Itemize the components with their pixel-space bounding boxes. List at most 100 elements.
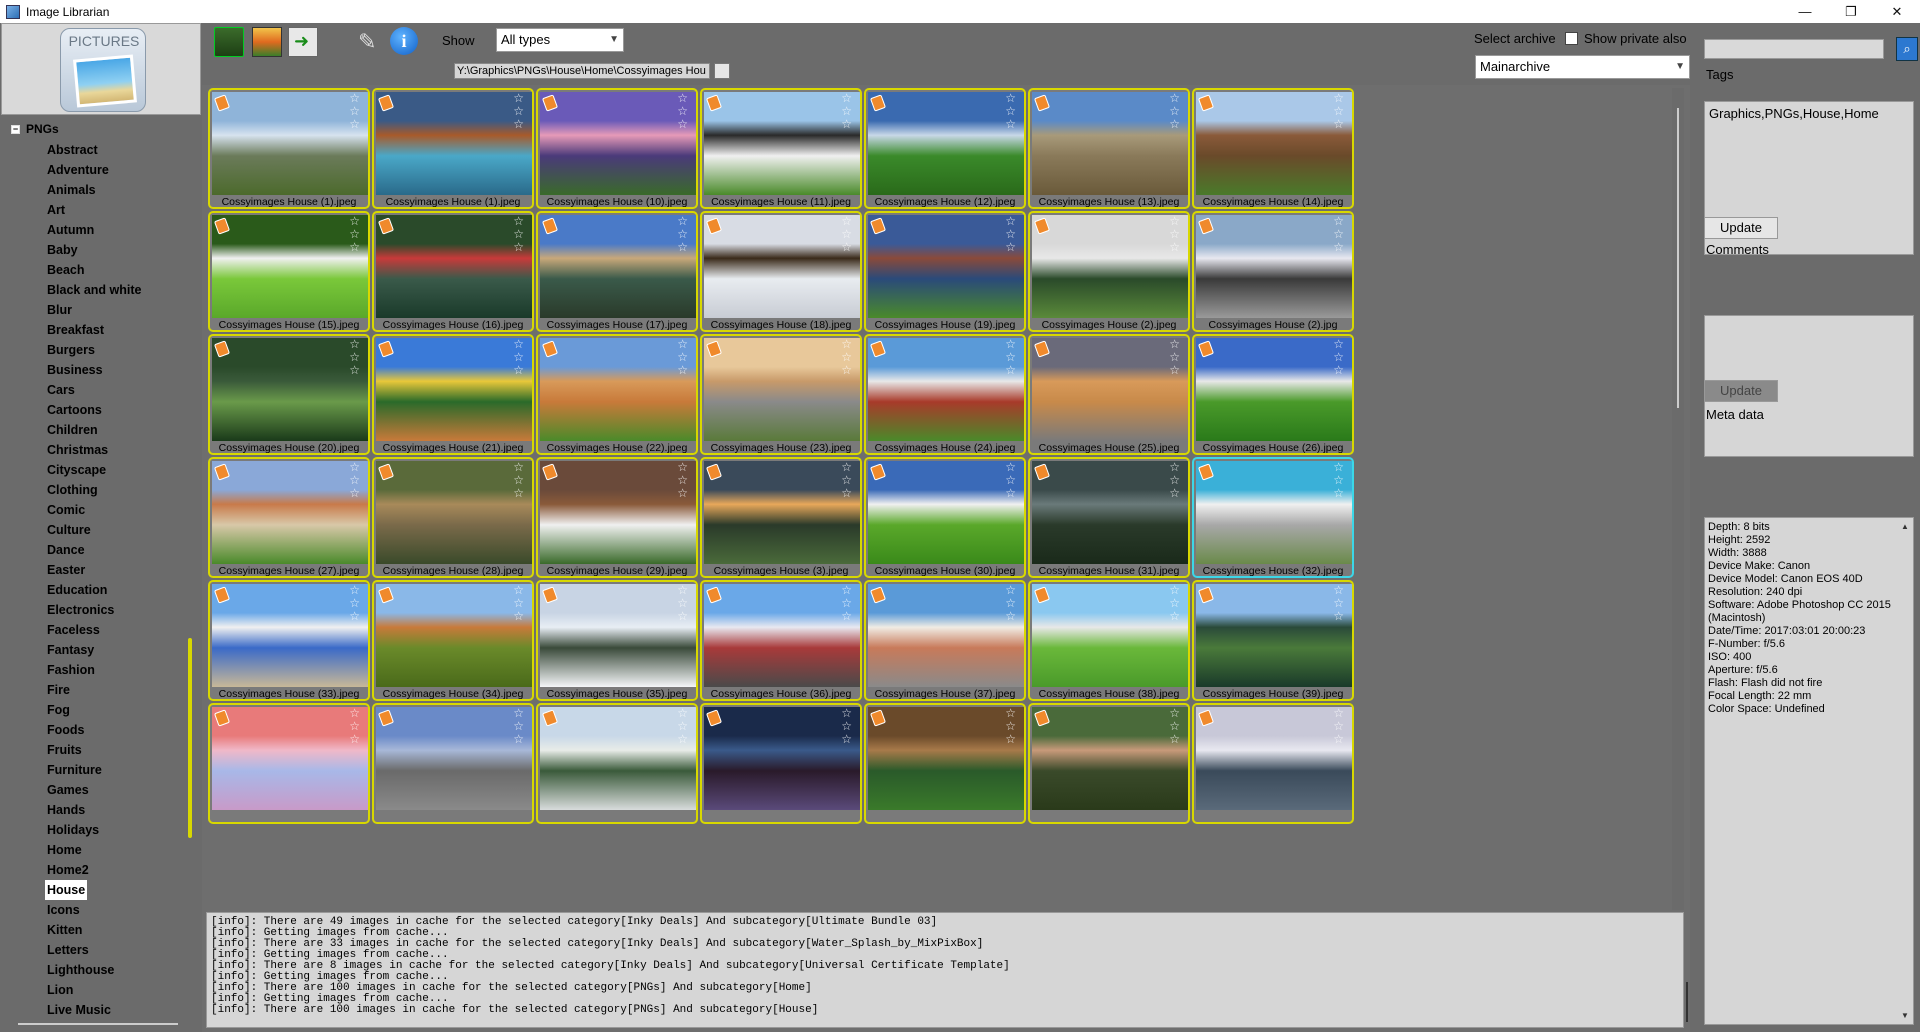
rating-star-icon[interactable]: ☆ ☆ ☆ — [1005, 92, 1016, 131]
image-thumbnail[interactable]: ☆ ☆ ☆ Cossyimages House (13).jpeg — [1028, 88, 1190, 209]
archive-select[interactable]: Mainarchive ▼ — [1475, 55, 1690, 79]
image-thumbnail[interactable]: ☆ ☆ ☆ Cossyimages House (34).jpeg — [372, 580, 534, 701]
rating-star-icon[interactable]: ☆ ☆ ☆ — [1005, 707, 1016, 746]
tree-item-home[interactable]: Home — [45, 840, 143, 860]
tree-scrollbar[interactable] — [185, 118, 193, 1032]
edit-tool-icon[interactable] — [352, 27, 382, 57]
scroll-up-icon[interactable]: ▲ — [1901, 520, 1909, 533]
image-thumbnail[interactable]: ☆ ☆ ☆ Cossyimages House (1).jpeg — [372, 88, 534, 209]
image-thumbnail[interactable]: ☆ ☆ ☆ Cossyimages House (20).jpeg — [208, 334, 370, 455]
rating-star-icon[interactable]: ☆ ☆ ☆ — [349, 92, 360, 131]
tree-item-black-and-white[interactable]: Black and white — [45, 280, 143, 300]
image-thumbnail[interactable]: ☆ ☆ ☆ Cossyimages House (25).jpeg — [1028, 334, 1190, 455]
tree-item-easter[interactable]: Easter — [45, 560, 143, 580]
image-thumbnail[interactable]: ☆ ☆ ☆ Cossyimages House (32).jpeg — [1192, 457, 1354, 578]
rating-star-icon[interactable]: ☆ ☆ ☆ — [677, 707, 688, 746]
image-thumbnail[interactable]: ☆ ☆ ☆ — [208, 703, 370, 824]
image-thumbnail[interactable]: ☆ ☆ ☆ Cossyimages House (10).jpeg — [536, 88, 698, 209]
tree-item-fruits[interactable]: Fruits — [45, 740, 143, 760]
export-icon[interactable] — [288, 27, 318, 57]
search-button[interactable]: ⌕ — [1896, 37, 1918, 61]
open-archive-icon[interactable] — [214, 27, 244, 57]
tree-item-lighthouse[interactable]: Lighthouse — [45, 960, 143, 980]
rating-star-icon[interactable]: ☆ ☆ ☆ — [1005, 461, 1016, 500]
tree-item-animals[interactable]: Animals — [45, 180, 143, 200]
rating-star-icon[interactable]: ☆ ☆ ☆ — [841, 584, 852, 623]
image-thumbnail[interactable]: ☆ ☆ ☆ Cossyimages House (21).jpeg — [372, 334, 534, 455]
image-thumbnail[interactable]: ☆ ☆ ☆ Cossyimages House (35).jpeg — [536, 580, 698, 701]
rating-star-icon[interactable]: ☆ ☆ ☆ — [1333, 707, 1344, 746]
rating-star-icon[interactable]: ☆ ☆ ☆ — [349, 461, 360, 500]
image-thumbnail[interactable]: ☆ ☆ ☆ Cossyimages House (31).jpeg — [1028, 457, 1190, 578]
tree-item-burgers[interactable]: Burgers — [45, 340, 143, 360]
tree-item-live-music[interactable]: Live Music — [45, 1000, 143, 1020]
image-thumbnail[interactable]: ☆ ☆ ☆ — [700, 703, 862, 824]
collapse-icon[interactable]: − — [11, 124, 20, 134]
rating-star-icon[interactable]: ☆ ☆ ☆ — [677, 584, 688, 623]
tree-item-breakfast[interactable]: Breakfast — [45, 320, 143, 340]
image-thumbnail[interactable]: ☆ ☆ ☆ Cossyimages House (37).jpeg — [864, 580, 1026, 701]
rating-star-icon[interactable]: ☆ ☆ ☆ — [677, 215, 688, 254]
tree-item-fashion[interactable]: Fashion — [45, 660, 143, 680]
image-thumbnail[interactable]: ☆ ☆ ☆ Cossyimages House (30).jpeg — [864, 457, 1026, 578]
tree-item-kitten[interactable]: Kitten — [45, 920, 143, 940]
rating-star-icon[interactable]: ☆ ☆ ☆ — [513, 461, 524, 500]
rating-star-icon[interactable]: ☆ ☆ ☆ — [349, 707, 360, 746]
path-field[interactable]: Y:\Graphics\PNGs\House\Home\Cossyimages … — [454, 63, 710, 79]
grid-scrollbar[interactable] — [1672, 88, 1684, 910]
rating-star-icon[interactable]: ☆ ☆ ☆ — [677, 92, 688, 131]
rating-star-icon[interactable]: ☆ ☆ ☆ — [1169, 92, 1180, 131]
tree-root-pngs[interactable]: − PNGs — [11, 122, 59, 136]
rating-star-icon[interactable]: ☆ ☆ ☆ — [513, 338, 524, 377]
rating-star-icon[interactable]: ☆ ☆ ☆ — [677, 338, 688, 377]
image-thumbnail[interactable]: ☆ ☆ ☆ Cossyimages House (29).jpeg — [536, 457, 698, 578]
tree-scroll-thumb[interactable] — [188, 638, 192, 838]
image-thumbnail[interactable]: ☆ ☆ ☆ Cossyimages House (38).jpeg — [1028, 580, 1190, 701]
tree-item-adventure[interactable]: Adventure — [45, 160, 143, 180]
rating-star-icon[interactable]: ☆ ☆ ☆ — [1169, 461, 1180, 500]
image-thumbnail[interactable]: ☆ ☆ ☆ Cossyimages House (28).jpeg — [372, 457, 534, 578]
log-scroll-thumb[interactable] — [1686, 982, 1688, 1022]
scroll-down-icon[interactable]: ▼ — [1901, 1009, 1909, 1022]
rating-star-icon[interactable]: ☆ ☆ ☆ — [1005, 338, 1016, 377]
image-thumbnail[interactable]: ☆ ☆ ☆ Cossyimages House (16).jpeg — [372, 211, 534, 332]
rating-star-icon[interactable]: ☆ ☆ ☆ — [349, 584, 360, 623]
rating-star-icon[interactable]: ☆ ☆ ☆ — [841, 215, 852, 254]
image-thumbnail[interactable]: ☆ ☆ ☆ — [1192, 703, 1354, 824]
image-thumbnail[interactable]: ☆ ☆ ☆ — [864, 703, 1026, 824]
tree-item-fire[interactable]: Fire — [45, 680, 143, 700]
tree-item-clothing[interactable]: Clothing — [45, 480, 143, 500]
tree-item-fantasy[interactable]: Fantasy — [45, 640, 143, 660]
rating-star-icon[interactable]: ☆ ☆ ☆ — [513, 215, 524, 254]
browse-path-button[interactable] — [714, 63, 730, 79]
rating-star-icon[interactable]: ☆ ☆ ☆ — [841, 461, 852, 500]
image-thumbnail[interactable]: ☆ ☆ ☆ Cossyimages House (11).jpeg — [700, 88, 862, 209]
tree-item-letters[interactable]: Letters — [45, 940, 143, 960]
tree-item-cars[interactable]: Cars — [45, 380, 143, 400]
rating-star-icon[interactable]: ☆ ☆ ☆ — [841, 92, 852, 131]
tree-item-house[interactable]: House — [45, 880, 88, 900]
type-select[interactable]: All types ▼ — [496, 28, 624, 52]
tree-item-lion[interactable]: Lion — [45, 980, 143, 1000]
tree-item-culture[interactable]: Culture — [45, 520, 143, 540]
rating-star-icon[interactable]: ☆ ☆ ☆ — [1005, 215, 1016, 254]
rating-star-icon[interactable]: ☆ ☆ ☆ — [1169, 584, 1180, 623]
tree-item-cityscape[interactable]: Cityscape — [45, 460, 143, 480]
close-button[interactable]: ✕ — [1874, 0, 1920, 23]
tree-item-electronics[interactable]: Electronics — [45, 600, 143, 620]
tree-item-comic[interactable]: Comic — [45, 500, 143, 520]
rating-star-icon[interactable]: ☆ ☆ ☆ — [1333, 338, 1344, 377]
update-tags-button[interactable]: Update — [1704, 217, 1778, 239]
rating-star-icon[interactable]: ☆ ☆ ☆ — [349, 215, 360, 254]
tree-item-hands[interactable]: Hands — [45, 800, 143, 820]
image-thumbnail[interactable]: ☆ ☆ ☆ Cossyimages House (33).jpeg — [208, 580, 370, 701]
rating-star-icon[interactable]: ☆ ☆ ☆ — [841, 338, 852, 377]
tree-item-beach[interactable]: Beach — [45, 260, 143, 280]
image-thumbnail[interactable]: ☆ ☆ ☆ Cossyimages House (15).jpeg — [208, 211, 370, 332]
image-thumbnail[interactable]: ☆ ☆ ☆ — [372, 703, 534, 824]
image-thumbnail[interactable]: ☆ ☆ ☆ — [1028, 703, 1190, 824]
image-thumbnail[interactable]: ☆ ☆ ☆ Cossyimages House (2).jpg — [1192, 211, 1354, 332]
image-thumbnail[interactable]: ☆ ☆ ☆ Cossyimages House (3).jpeg — [700, 457, 862, 578]
image-thumbnail[interactable]: ☆ ☆ ☆ Cossyimages House (36).jpeg — [700, 580, 862, 701]
rating-star-icon[interactable]: ☆ ☆ ☆ — [1169, 338, 1180, 377]
